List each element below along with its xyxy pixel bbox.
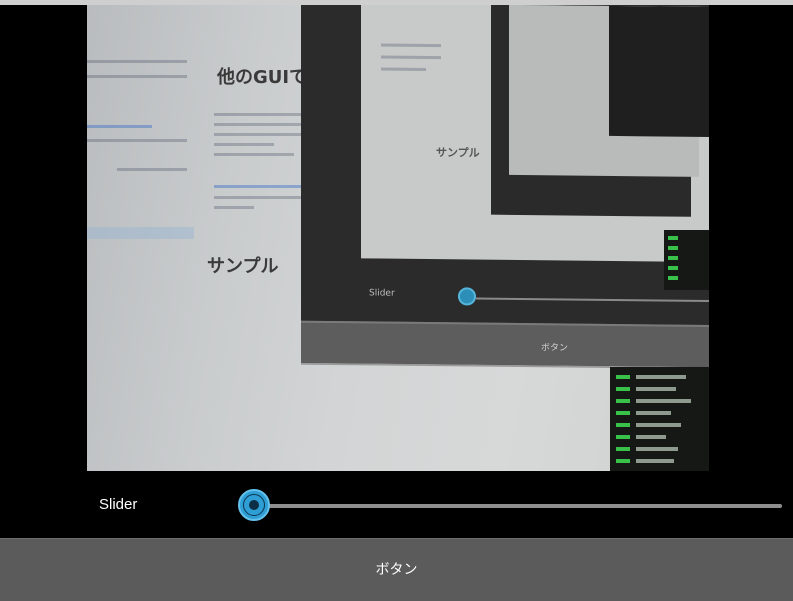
terminal-window-top — [664, 230, 709, 290]
doc-text-line — [214, 196, 304, 199]
doc-text-line — [381, 55, 441, 60]
terminal-line — [616, 411, 630, 415]
photo-heading: 他のGUIで — [217, 67, 308, 88]
terminal-line — [636, 435, 666, 439]
terminal-line — [668, 236, 678, 240]
terminal-window — [610, 367, 709, 471]
monitor-screen: サンプル — [361, 5, 709, 263]
nested-screen — [509, 5, 709, 177]
camera-preview: 他のGUIで サンプル サンプル Slider ボタン — [87, 5, 709, 471]
terminal-line — [636, 447, 678, 451]
doc-text-line — [214, 206, 254, 209]
doc-text-line — [214, 113, 304, 116]
photo-heading: サンプル — [436, 146, 480, 160]
nested-monitor — [491, 5, 709, 217]
terminal-line — [636, 411, 671, 415]
monitor-button-bar: ボタン — [301, 320, 709, 368]
terminal-line — [668, 276, 678, 280]
doc-text-line — [381, 67, 426, 72]
monitor-slider-track — [476, 297, 709, 303]
terminal-line — [636, 459, 674, 463]
slider-track[interactable] — [268, 504, 782, 508]
doc-text-line — [381, 43, 441, 48]
terminal-line — [616, 447, 630, 451]
terminal-line — [616, 399, 630, 403]
terminal-line — [636, 399, 691, 403]
doc-text-line — [87, 75, 187, 78]
slider-label: Slider — [99, 496, 138, 513]
terminal-line — [668, 246, 678, 250]
doc-text-line — [214, 133, 304, 136]
doc-text-line — [87, 139, 187, 142]
monitor-button-label: ボタン — [541, 343, 569, 354]
photo-heading: サンプル — [207, 256, 279, 277]
terminal-line — [616, 459, 630, 463]
doc-text-line — [214, 153, 294, 156]
terminal-line — [636, 387, 676, 391]
terminal-line — [668, 266, 678, 270]
doc-link-line — [214, 185, 304, 188]
terminal-line — [616, 423, 630, 427]
doc-text-line — [214, 143, 274, 146]
doc-highlight — [87, 227, 194, 239]
terminal-line — [616, 387, 630, 391]
terminal-line — [668, 256, 678, 260]
monitor-slider-label: Slider — [369, 288, 395, 299]
monitor-slider-thumb — [458, 287, 476, 306]
terminal-line — [636, 375, 686, 379]
photographed-monitor: サンプル Slider ボタン — [301, 5, 709, 368]
slider-thumb-core — [249, 500, 259, 510]
doc-text-line — [117, 168, 187, 171]
doc-link-line — [87, 125, 152, 128]
action-button[interactable]: ボタン — [0, 538, 793, 601]
doc-text-line — [214, 123, 304, 126]
nested-screen-dark — [609, 5, 709, 138]
terminal-line — [616, 435, 630, 439]
app-window: 他のGUIで サンプル サンプル Slider ボタン Slider ボタン — [0, 0, 793, 601]
terminal-line — [616, 375, 630, 379]
slider-thumb[interactable] — [238, 489, 270, 521]
doc-text-line — [87, 60, 187, 63]
terminal-line — [636, 423, 681, 427]
slider-row: Slider — [0, 471, 793, 538]
